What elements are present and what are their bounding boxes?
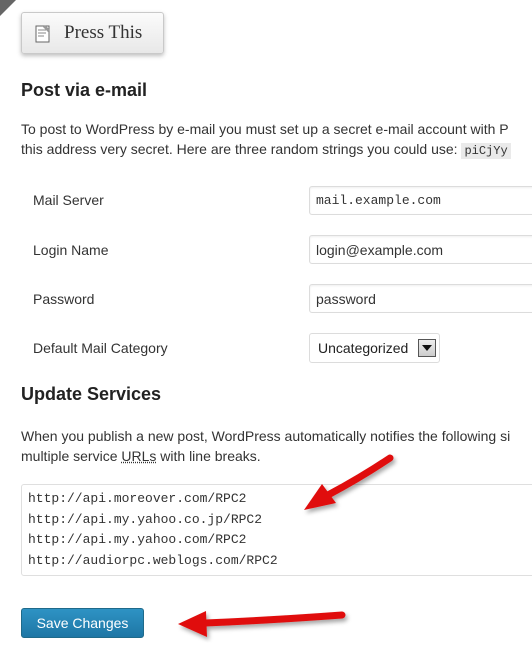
arrow-to-services [304, 458, 390, 510]
arrow-to-save [178, 611, 342, 637]
red-arrow-icon [0, 0, 532, 672]
